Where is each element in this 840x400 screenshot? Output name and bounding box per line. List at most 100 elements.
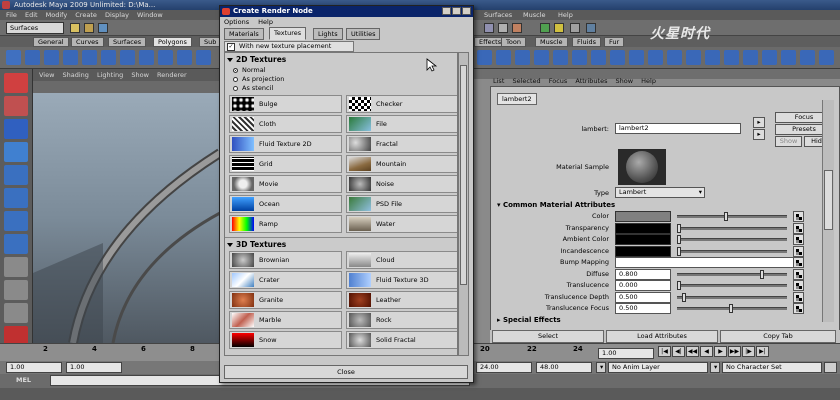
poly-cube-icon[interactable] bbox=[25, 50, 40, 65]
booleans-icon[interactable] bbox=[553, 50, 568, 65]
texture-node-ocean[interactable]: Ocean bbox=[229, 195, 342, 213]
move-tool-icon[interactable] bbox=[4, 142, 28, 162]
bump-mapping-field[interactable] bbox=[615, 257, 795, 268]
mel-label[interactable]: MEL bbox=[16, 376, 31, 384]
menu-window[interactable]: Window bbox=[137, 11, 163, 19]
map-texture-icon[interactable] bbox=[793, 234, 804, 245]
texture-node-noise[interactable]: Noise bbox=[346, 175, 457, 193]
texture-node-snow[interactable]: Snow bbox=[229, 331, 342, 349]
translucence-slider[interactable] bbox=[677, 281, 787, 290]
soft-modification-icon[interactable] bbox=[4, 234, 28, 254]
map-texture-icon[interactable] bbox=[793, 268, 804, 280]
poly-helix-icon[interactable] bbox=[177, 50, 192, 65]
bevel-icon[interactable] bbox=[686, 50, 701, 65]
texture-node-fractal[interactable]: Fractal bbox=[346, 135, 457, 153]
combine-icon[interactable] bbox=[477, 50, 492, 65]
color-slider[interactable] bbox=[677, 212, 787, 221]
material-name-field[interactable]: lambert2 bbox=[615, 123, 741, 134]
smooth-icon[interactable] bbox=[534, 50, 549, 65]
menu-help[interactable]: Help bbox=[558, 10, 573, 20]
section-3d-textures[interactable]: 3D Textures bbox=[227, 240, 286, 249]
texture-node-water[interactable]: Water bbox=[346, 215, 457, 233]
map-texture-icon[interactable] bbox=[793, 211, 804, 222]
texture-node-granite[interactable]: Granite bbox=[229, 291, 342, 309]
shelf-tab-surfaces[interactable]: Surfaces bbox=[108, 37, 147, 47]
new-scene-icon[interactable] bbox=[70, 23, 80, 33]
slider-handle[interactable] bbox=[682, 292, 686, 302]
texture-node-marble[interactable]: Marble bbox=[229, 311, 342, 329]
slider-handle[interactable] bbox=[677, 246, 681, 256]
radio-normal[interactable]: Normal bbox=[233, 66, 266, 74]
select-mode-icon[interactable] bbox=[484, 23, 494, 33]
channel-box-icon[interactable] bbox=[586, 23, 596, 33]
translucence-focus-field[interactable]: 0.500 bbox=[615, 303, 671, 314]
scale-tool-icon[interactable] bbox=[4, 188, 28, 208]
go-to-input-icon[interactable]: ▸ bbox=[753, 117, 765, 128]
automatic-mapping-icon[interactable] bbox=[800, 50, 815, 65]
extrude-icon[interactable] bbox=[591, 50, 606, 65]
anim-layer-dropdown-arrow[interactable]: ▾ bbox=[596, 362, 606, 373]
universal-manipulator-icon[interactable] bbox=[4, 211, 28, 231]
normals-icon[interactable] bbox=[819, 50, 834, 65]
menu-modify[interactable]: Modify bbox=[46, 11, 68, 19]
texture-node-brownian[interactable]: Brownian bbox=[229, 251, 342, 269]
shelf-tab-fluids[interactable]: Fluids bbox=[572, 37, 601, 47]
viewport-menu-view[interactable]: View bbox=[39, 71, 54, 79]
go-to-start-icon[interactable]: |◀ bbox=[658, 346, 671, 357]
anim-layer-dropdown[interactable]: No Anim Layer bbox=[608, 362, 708, 373]
append-polygon-icon[interactable] bbox=[629, 50, 644, 65]
ambient-color-slider[interactable] bbox=[677, 235, 787, 244]
texture-node-rock[interactable]: Rock bbox=[346, 311, 457, 329]
auto-key-icon[interactable] bbox=[824, 362, 837, 373]
uv-editor-icon[interactable] bbox=[762, 50, 777, 65]
texture-node-crater[interactable]: Crater bbox=[229, 271, 342, 289]
color-swatch[interactable] bbox=[615, 211, 671, 222]
playback-end-field[interactable]: 24.00 bbox=[476, 362, 532, 373]
dialog-title-bar[interactable]: Create Render Node bbox=[220, 6, 473, 17]
insert-edge-loop-icon[interactable] bbox=[667, 50, 682, 65]
current-frame-field[interactable]: 1.00 bbox=[598, 348, 654, 359]
material-sample-swatch[interactable] bbox=[618, 149, 666, 185]
tab-utilities[interactable]: Utilities bbox=[346, 28, 381, 40]
render-icon[interactable] bbox=[540, 23, 550, 33]
section-2d-textures[interactable]: 2D Textures bbox=[227, 55, 286, 64]
render-settings-icon[interactable] bbox=[570, 23, 580, 33]
ambient-color-swatch[interactable] bbox=[615, 234, 671, 245]
poly-cone-icon[interactable] bbox=[63, 50, 78, 65]
incandescence-slider[interactable] bbox=[677, 246, 787, 256]
shelf-tab-fur[interactable]: Fur bbox=[604, 37, 625, 47]
translucence-field[interactable]: 0.000 bbox=[615, 280, 671, 291]
type-dropdown[interactable]: Lambert ▾ bbox=[615, 187, 705, 198]
map-texture-icon[interactable] bbox=[793, 303, 804, 314]
diffuse-field[interactable]: 0.800 bbox=[615, 268, 671, 280]
single-perspective-layout-icon[interactable] bbox=[4, 257, 28, 277]
bridge-icon[interactable] bbox=[610, 50, 625, 65]
texture-node-fluid-texture-2d[interactable]: Fluid Texture 2D bbox=[229, 135, 342, 153]
ipr-render-icon[interactable] bbox=[554, 23, 564, 33]
planar-mapping-icon[interactable] bbox=[781, 50, 796, 65]
map-texture-icon[interactable] bbox=[793, 291, 804, 303]
map-texture-icon[interactable] bbox=[793, 280, 804, 291]
shelf-tab-toon[interactable]: Toon bbox=[501, 37, 526, 47]
map-texture-icon[interactable] bbox=[793, 245, 804, 257]
map-texture-icon[interactable] bbox=[793, 257, 804, 268]
slider-handle[interactable] bbox=[729, 304, 733, 313]
texture-node-movie[interactable]: Movie bbox=[229, 175, 342, 193]
texture-node-solid-fractal[interactable]: Solid Fractal bbox=[346, 331, 457, 349]
close-icon[interactable] bbox=[462, 7, 471, 15]
viewport-menu-shading[interactable]: Shading bbox=[63, 71, 89, 79]
poly-sphere-icon[interactable] bbox=[6, 50, 21, 65]
texture-node-ramp[interactable]: Ramp bbox=[229, 215, 342, 233]
poly-soccer-ball-icon[interactable] bbox=[196, 50, 211, 65]
texture-node-leather[interactable]: Leather bbox=[346, 291, 457, 309]
viewport-menu-show[interactable]: Show bbox=[131, 71, 149, 79]
save-scene-icon[interactable] bbox=[98, 23, 108, 33]
play-forwards-icon[interactable]: ▶ bbox=[714, 346, 727, 357]
character-set-dropdown[interactable]: No Character Set bbox=[722, 362, 822, 373]
radio-as-stencil[interactable]: As stencil bbox=[233, 84, 273, 92]
slider-handle[interactable] bbox=[677, 235, 681, 244]
open-scene-icon[interactable] bbox=[84, 23, 94, 33]
tab-textures[interactable]: Textures bbox=[269, 27, 307, 40]
ae-scrollbar-thumb[interactable] bbox=[824, 170, 833, 230]
translucence-focus-slider[interactable] bbox=[677, 304, 787, 313]
